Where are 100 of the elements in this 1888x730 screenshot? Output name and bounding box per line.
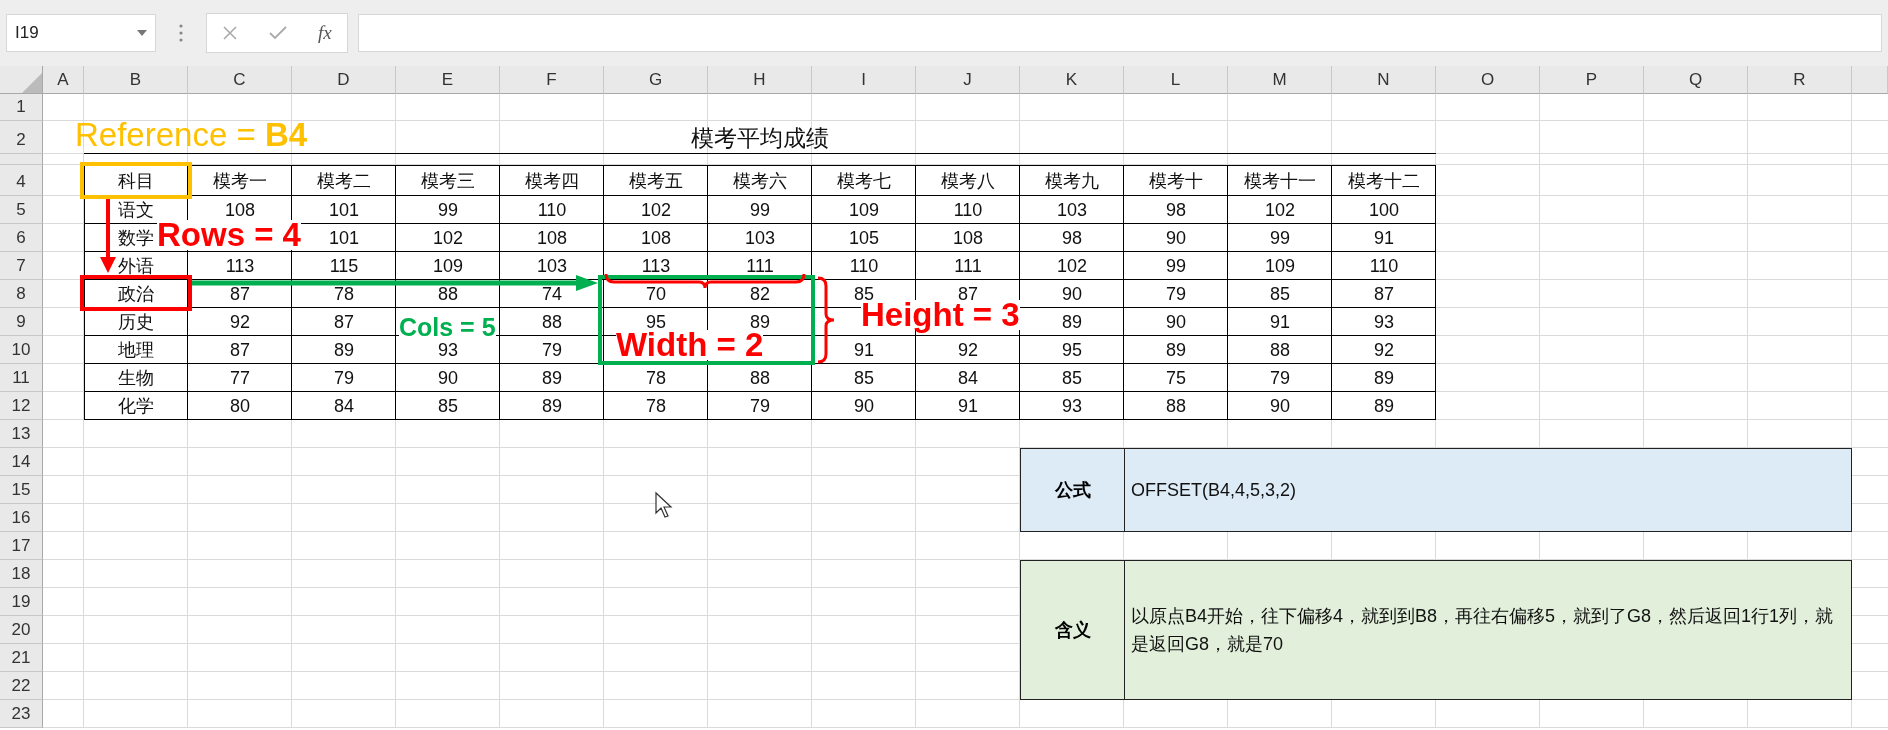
check-icon[interactable] — [269, 26, 288, 40]
column-header[interactable]: D — [292, 66, 396, 94]
table-cell-text: 89 — [1165, 338, 1187, 362]
row-header[interactable]: 23 — [0, 700, 43, 728]
table-cell-text: 103 — [743, 226, 776, 250]
row-header[interactable]: 5 — [0, 196, 43, 224]
table-cell-text: 110 — [1368, 254, 1400, 278]
table-cell-text: 84 — [957, 366, 979, 390]
column-header[interactable] — [1852, 66, 1888, 94]
column-header[interactable]: I — [812, 66, 916, 94]
info-text: OFFSET(B4,4,5,3,2) — [1131, 479, 1297, 502]
table-cell-text: 89 — [1373, 366, 1395, 390]
column-header[interactable]: P — [1540, 66, 1644, 94]
row-header[interactable]: 16 — [0, 504, 43, 532]
table-cell-text: 115 — [328, 254, 360, 278]
row-header[interactable]: 2 — [0, 121, 43, 154]
mouse-pointer-icon — [655, 492, 673, 518]
table-cell-text: 98 — [1165, 198, 1187, 222]
row-header[interactable]: 21 — [0, 644, 43, 672]
table-cell-text: 95 — [1061, 338, 1083, 362]
row-header[interactable]: 12 — [0, 392, 43, 420]
row-header[interactable]: 22 — [0, 672, 43, 700]
table-header-cell-text: 模考四 — [524, 169, 580, 193]
table-cell-text: 地理 — [117, 339, 155, 362]
table-cell-text: 90 — [1061, 282, 1083, 306]
info-text: 以原点B4开始，往下偏移4，就到到B8，再往右偏移5，就到了G8，然后返回1行1列，就是返回G8，就是70 — [1131, 605, 1835, 656]
table-cell-text: 90 — [1165, 226, 1187, 250]
info-label: 公式 — [1054, 479, 1091, 502]
row-header[interactable]: 8 — [0, 280, 43, 308]
column-header[interactable]: O — [1436, 66, 1540, 94]
table-cell-text: 80 — [229, 394, 251, 418]
table-cell-text: 91 — [1373, 226, 1395, 250]
row-header[interactable]: 15 — [0, 476, 43, 504]
table-cell-text: 105 — [847, 226, 880, 250]
row-header[interactable]: 18 — [0, 560, 43, 588]
row-header[interactable]: 7 — [0, 252, 43, 280]
column-header[interactable]: K — [1020, 66, 1124, 94]
table-header-cell-text: 模考五 — [628, 169, 684, 193]
column-header[interactable]: G — [604, 66, 708, 94]
table-cell-text: 111 — [745, 254, 775, 278]
column-header[interactable]: N — [1332, 66, 1436, 94]
column-header[interactable]: L — [1124, 66, 1228, 94]
row-header[interactable]: 17 — [0, 532, 43, 560]
row-header[interactable]: 10 — [0, 336, 43, 364]
table-cell-text: 化学 — [117, 395, 155, 418]
column-header[interactable]: J — [916, 66, 1020, 94]
table-cell-text: 101 — [327, 226, 360, 250]
row-header[interactable]: 13 — [0, 420, 43, 448]
table-cell-text: 85 — [1061, 366, 1083, 390]
row-header[interactable]: 19 — [0, 588, 43, 616]
row-header[interactable]: 11 — [0, 364, 43, 392]
name-box[interactable]: I19 — [6, 14, 156, 52]
column-header[interactable]: R — [1748, 66, 1852, 94]
table-cell-text: 90 — [1165, 310, 1187, 334]
table-cell-text: 92 — [957, 338, 979, 362]
table-cell-text: 生物 — [117, 367, 155, 390]
table-cell-text: 79 — [1269, 366, 1291, 390]
table-cell-text: 87 — [229, 282, 251, 306]
table-header-cell-text: 模考十二 — [1347, 169, 1421, 193]
annotation-label: Rows = 4 — [157, 220, 301, 250]
column-header[interactable]: E — [396, 66, 500, 94]
column-header[interactable]: C — [188, 66, 292, 94]
table-cell-text: 102 — [1263, 198, 1296, 222]
row-header[interactable]: 1 — [0, 94, 43, 121]
table-cell-text: 语文 — [117, 199, 155, 222]
table-cell-text: 93 — [1061, 394, 1083, 418]
table-cell-text: 113 — [640, 254, 672, 278]
row-header[interactable]: 20 — [0, 616, 43, 644]
table-cell-text: 88 — [1269, 338, 1291, 362]
cancel-icon[interactable] — [222, 25, 239, 41]
table-header-cell-text: 模考十一 — [1243, 169, 1317, 193]
table-cell-text: 91 — [957, 394, 979, 418]
table-cell-text: 87 — [1373, 282, 1395, 306]
table-cell-text: 91 — [1269, 310, 1291, 334]
column-header[interactable]: A — [43, 66, 84, 94]
column-header[interactable]: F — [500, 66, 604, 94]
column-header[interactable]: M — [1228, 66, 1332, 94]
dropdown-caret-icon — [137, 30, 147, 36]
row-header[interactable]: 9 — [0, 308, 43, 336]
table-cell-text: 103 — [535, 254, 568, 278]
formula-input[interactable] — [358, 14, 1882, 52]
row-header[interactable]: 14 — [0, 448, 43, 476]
table-cell-text: 111 — [953, 254, 983, 278]
table-cell-text: 99 — [1165, 254, 1187, 278]
insert-function-button[interactable]: fx — [317, 22, 332, 44]
table-cell-text: 110 — [952, 198, 984, 222]
row-header[interactable]: 6 — [0, 224, 43, 252]
row-header[interactable]: 4 — [0, 165, 43, 196]
table-cell-text: 91 — [853, 338, 875, 362]
table-cell-text: 108 — [535, 226, 568, 250]
table-cell-text: 79 — [749, 394, 771, 418]
column-header[interactable]: B — [84, 66, 188, 94]
column-header[interactable]: Q — [1644, 66, 1748, 94]
table-header-cell-text: 模考七 — [836, 169, 892, 193]
row-header[interactable] — [0, 154, 43, 165]
table-cell-text: 108 — [951, 226, 984, 250]
column-header[interactable]: H — [708, 66, 812, 94]
table-cell-text: 99 — [1269, 226, 1291, 250]
table-cell-text: 77 — [229, 366, 251, 390]
table-cell-text: 70 — [645, 282, 667, 306]
